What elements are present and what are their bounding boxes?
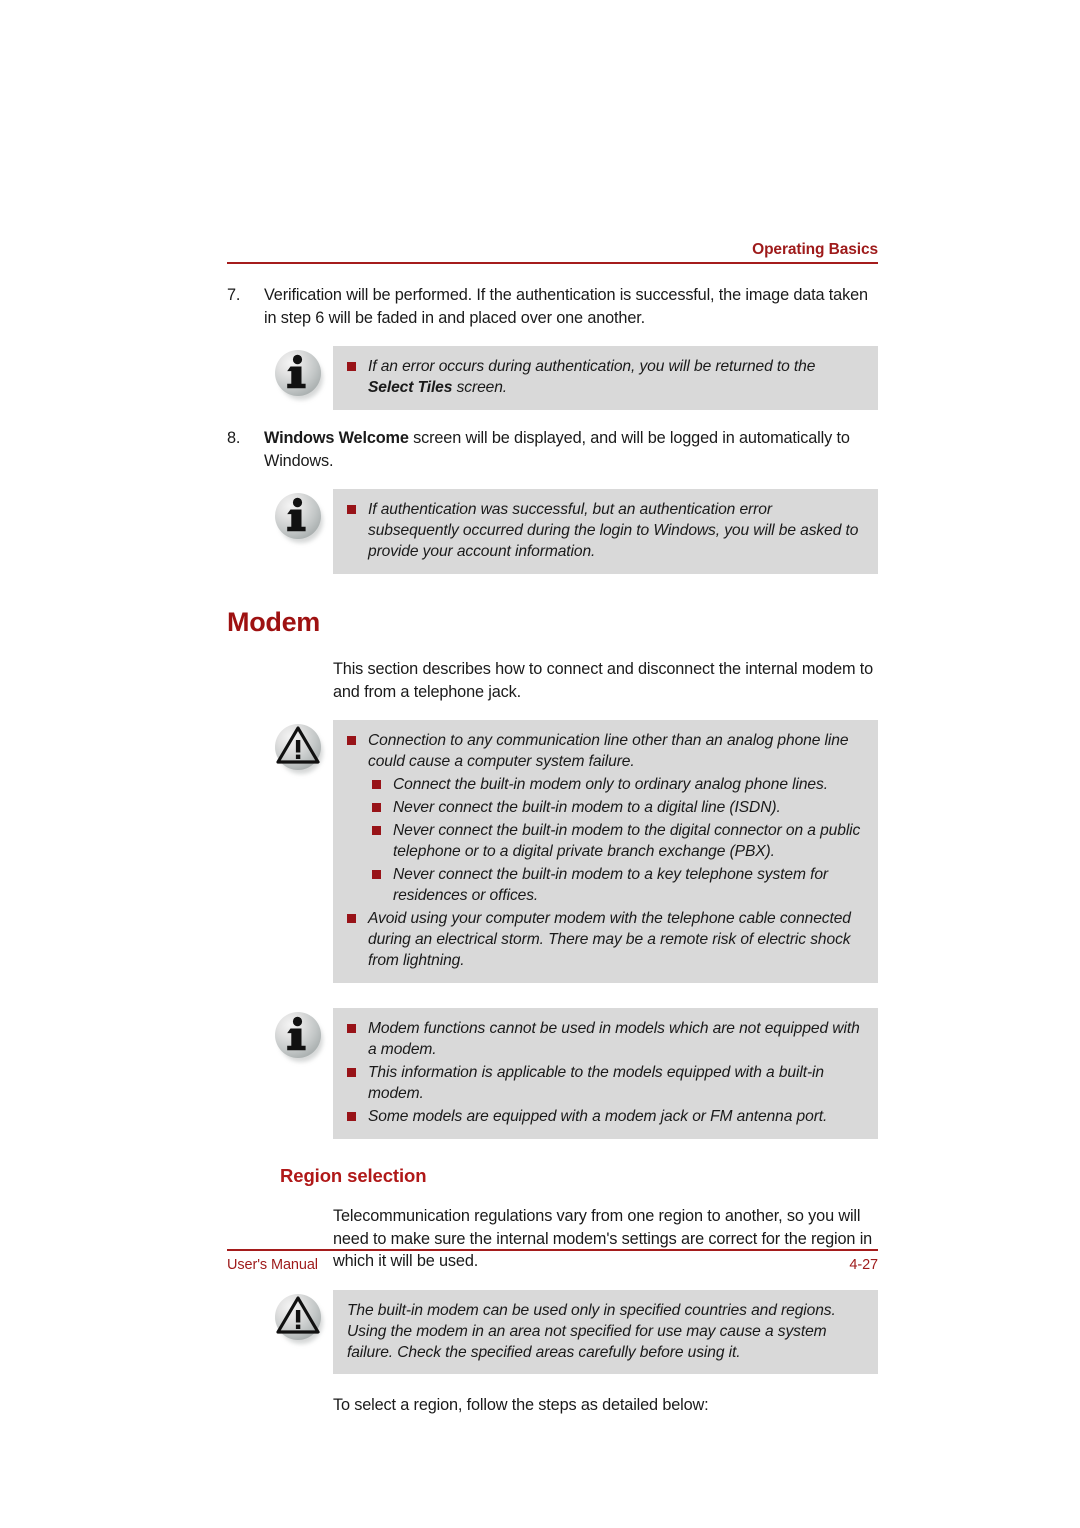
info-icon — [273, 491, 325, 543]
numbered-step-8: 8. Windows Welcome screen will be displa… — [227, 427, 878, 472]
info-i-glyph — [287, 354, 306, 389]
page-footer: User's Manual 4-27 — [227, 1249, 878, 1273]
list-item: Connect the built-in modem only to ordin… — [347, 774, 864, 795]
modem-intro-line-1: This section describes how to connect an… — [333, 660, 856, 678]
list-item: This information is applicable to the mo… — [347, 1062, 864, 1104]
bullet-text: Some models are equipped with a modem ja… — [368, 1108, 828, 1125]
bullet-text-before-bold: If an error occurs during authentication… — [368, 358, 816, 375]
info-callout-auth-error: If authentication was successful, but an… — [275, 489, 878, 574]
step-7-line-1: Verification will be performed. If the a… — [264, 286, 741, 304]
bullet-text-bold: Select Tiles — [368, 379, 453, 396]
callout-bullet-list: Modem functions cannot be used in models… — [347, 1018, 864, 1127]
modem-intro-paragraph: This section describes how to connect an… — [227, 658, 878, 703]
list-item: Never connect the built-in modem to the … — [347, 820, 864, 862]
bullet-text: Connection to any communication line oth… — [368, 732, 849, 770]
list-item: Modem functions cannot be used in models… — [347, 1018, 864, 1060]
region-intro-line-2: need to make sure the internal modem's s… — [333, 1229, 856, 1248]
info-callout-modem-models: Modem functions cannot be used in models… — [275, 1008, 878, 1139]
warning-icon — [273, 1292, 325, 1344]
square-bullet-icon — [372, 826, 381, 835]
callout-bullet-list: If an error occurs during authentication… — [347, 356, 864, 398]
callout-bullet-list: If authentication was successful, but an… — [347, 499, 864, 562]
bullet-text: If an error occurs during authentication… — [368, 356, 864, 398]
square-bullet-icon — [347, 362, 356, 371]
region-intro-line-1: Telecommunication regulations vary from … — [333, 1207, 861, 1225]
list-item: If authentication was successful, but an… — [347, 499, 864, 562]
header-section-title: Operating Basics — [752, 241, 878, 258]
square-bullet-icon — [347, 1024, 356, 1033]
callout-bullet-list: Connection to any communication line oth… — [347, 730, 864, 971]
square-bullet-icon — [347, 1112, 356, 1121]
square-bullet-icon — [347, 736, 356, 745]
square-bullet-icon — [372, 803, 381, 812]
bullet-text: Connect the built-in modem only to ordin… — [393, 776, 828, 793]
list-item: Never connect the built-in modem to a ke… — [347, 864, 864, 906]
info-i-glyph — [287, 1016, 306, 1051]
square-bullet-icon — [347, 505, 356, 514]
bullet-text: Never connect the built-in modem to a ke… — [393, 866, 828, 904]
document-page: Operating Basics 7. Verification will be… — [0, 0, 1080, 1528]
caution-callout-modem-connection: Connection to any communication line oth… — [275, 720, 878, 983]
list-item: Connection to any communication line oth… — [347, 730, 864, 772]
bullet-text: Never connect the built-in modem to the … — [393, 822, 861, 860]
region-steps-lead-paragraph: To select a region, follow the steps as … — [333, 1395, 709, 1414]
info-icon — [273, 1010, 325, 1062]
bullet-text: Avoid using your computer modem with the… — [368, 910, 851, 969]
list-item: If an error occurs during authentication… — [347, 356, 864, 398]
page-title-modem: Modem — [227, 607, 321, 637]
footer-divider — [227, 1249, 878, 1251]
step-number: 7. — [227, 286, 241, 304]
bullet-text: This information is applicable to the mo… — [368, 1064, 824, 1102]
page-header: Operating Basics — [227, 240, 878, 264]
list-item: Avoid using your computer modem with the… — [347, 908, 864, 971]
footer-page-number: 4-27 — [849, 1256, 878, 1273]
step-text: Windows Welcome screen will be displayed… — [264, 427, 878, 472]
bullet-text: If authentication was successful, but an… — [368, 501, 859, 560]
warning-triangle-glyph — [276, 1295, 320, 1334]
page-content: 7. Verification will be performed. If th… — [227, 284, 878, 1416]
bullet-text-after-bold: screen. — [452, 379, 508, 396]
callout-paragraph: The built-in modem can be used only in s… — [347, 1301, 836, 1361]
footer-row: User's Manual 4-27 — [227, 1257, 878, 1273]
footer-document-title: User's Manual — [227, 1256, 318, 1273]
info-callout-select-tiles: If an error occurs during authentication… — [275, 346, 878, 410]
bullet-text: Never connect the built-in modem to a di… — [393, 799, 781, 816]
info-i-glyph — [287, 497, 306, 532]
list-item: Never connect the built-in modem to a di… — [347, 797, 864, 818]
header-divider — [227, 262, 878, 264]
numbered-step-7: 7. Verification will be performed. If th… — [227, 284, 878, 329]
square-bullet-icon — [372, 780, 381, 789]
square-bullet-icon — [347, 914, 356, 923]
step-text: Verification will be performed. If the a… — [264, 284, 878, 329]
step-8-bold-lead: Windows Welcome — [264, 429, 409, 447]
step-number: 8. — [227, 429, 241, 447]
bullet-text: Modem functions cannot be used in models… — [368, 1020, 860, 1058]
section-heading-region-selection: Region selection — [280, 1165, 427, 1186]
warning-triangle-glyph — [276, 726, 320, 764]
step-8-line-1-rest: screen will be displayed, and will be lo… — [408, 429, 735, 447]
list-item: Some models are equipped with a modem ja… — [347, 1106, 864, 1127]
info-icon — [273, 348, 325, 400]
caution-callout-region: The built-in modem can be used only in s… — [275, 1289, 878, 1374]
square-bullet-icon — [372, 870, 381, 879]
square-bullet-icon — [347, 1068, 356, 1077]
warning-icon — [273, 722, 325, 774]
